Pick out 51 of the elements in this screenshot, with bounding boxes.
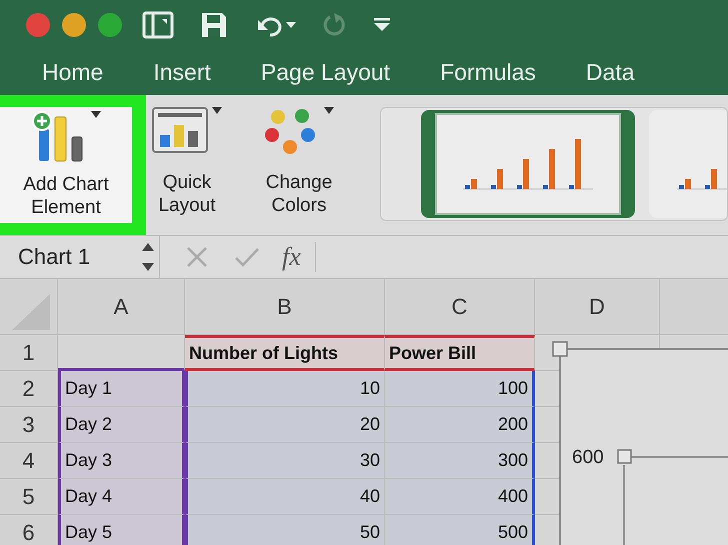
row-header[interactable]: 3 (0, 407, 58, 443)
table-cell: 50 (185, 515, 385, 545)
table-cell: 20 (185, 407, 385, 443)
table-cell: 500 (385, 515, 535, 545)
column-header[interactable]: B (185, 279, 385, 335)
table-cell: Day 3 (58, 443, 185, 479)
layout-icon (152, 107, 208, 153)
caret-icon (91, 111, 101, 118)
ribbon-button[interactable]: Quick Layout (150, 103, 224, 227)
row-header[interactable]: 4 (0, 443, 58, 479)
caret-icon[interactable] (286, 22, 296, 28)
ribbon-button[interactable]: Change Colors (262, 103, 336, 227)
table-cell: 200 (385, 407, 535, 443)
table-cell: Day 1 (58, 371, 185, 407)
name-box[interactable]: Chart 1 (18, 244, 90, 270)
table-cell: Number of Lights (185, 335, 385, 371)
close-icon[interactable] (26, 13, 50, 37)
customize-icon[interactable] (374, 18, 390, 32)
row-header[interactable]: 5 (0, 479, 58, 515)
row-header[interactable]: 2 (0, 371, 58, 407)
ribbon-button[interactable]: Add Chart Element (0, 107, 132, 223)
caret-icon (212, 107, 222, 114)
table-cell: Day 5 (58, 515, 185, 545)
column-header[interactable]: D (535, 279, 660, 335)
cancel-icon[interactable] (186, 246, 208, 268)
table-cell: 100 (385, 371, 535, 407)
ribbon-tab[interactable]: Insert (153, 59, 211, 86)
ribbon-tab[interactable]: Formulas (440, 59, 536, 86)
table-cell: 300 (385, 443, 535, 479)
table-cell: 40 (185, 479, 385, 515)
chart-style-thumbnail[interactable] (421, 110, 635, 218)
ribbon-tab[interactable]: Page Layout (260, 59, 390, 86)
row-header[interactable]: 6 (0, 515, 58, 545)
ribbon-tab[interactable]: Data (586, 59, 635, 86)
table-cell: Day 2 (58, 407, 185, 443)
caret-icon (324, 107, 334, 114)
column-header[interactable]: C (385, 279, 535, 335)
table-cell: Day 4 (58, 479, 185, 515)
minimize-icon[interactable] (62, 13, 86, 37)
column-header[interactable]: A (58, 279, 185, 335)
insert-function-button[interactable]: fx (282, 242, 316, 272)
table-cell: 30 (185, 443, 385, 479)
check-icon[interactable] (234, 246, 260, 268)
zoom-icon[interactable] (98, 13, 122, 37)
table-cell: 10 (185, 371, 385, 407)
sidebar-icon[interactable] (142, 11, 174, 39)
table-cell: Power Bill (385, 335, 535, 371)
save-icon[interactable] (200, 11, 228, 39)
row-header[interactable]: 1 (0, 335, 58, 371)
ribbon-tab[interactable]: Home (42, 59, 104, 86)
table-cell: 400 (385, 479, 535, 515)
